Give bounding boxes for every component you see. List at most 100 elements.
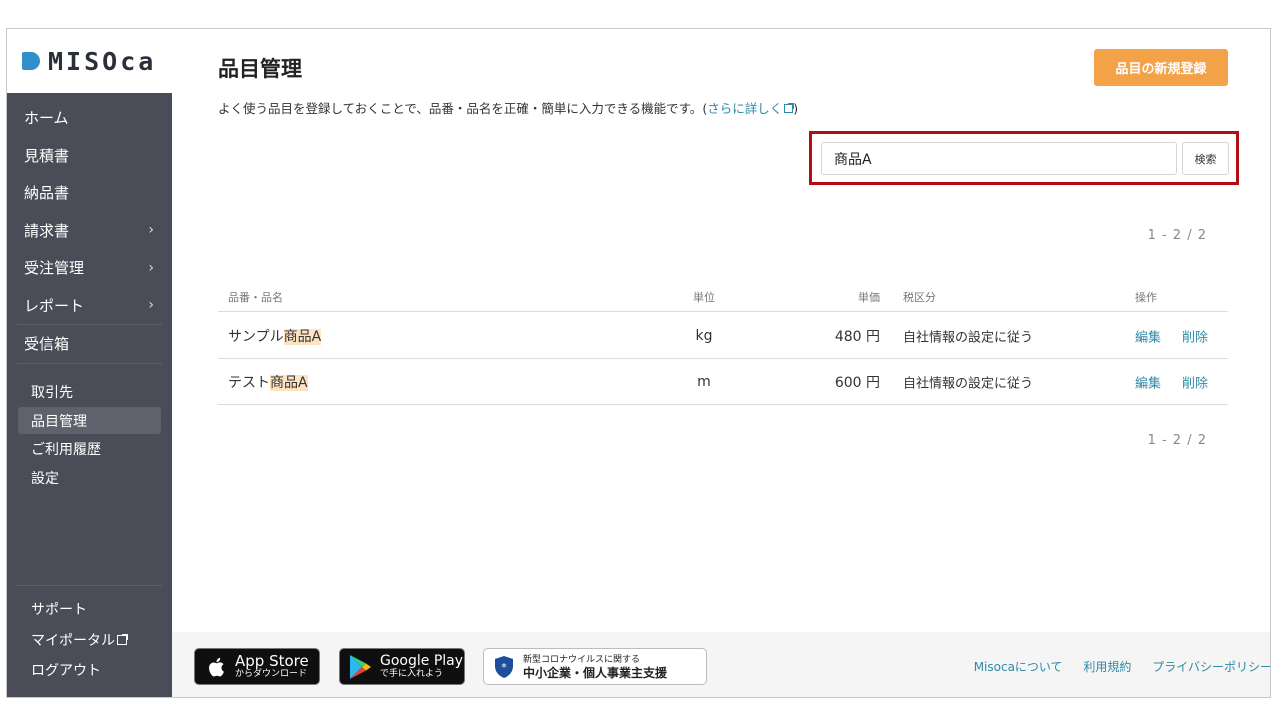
sidebar-item-label: 納品書 [24,184,70,203]
sidebar-item-label: 見積書 [24,146,70,165]
delete-link[interactable]: 削除 [1182,372,1208,391]
product-price: 480 円 [834,328,880,345]
product-unit: m [697,373,711,390]
product-name: サンプル商品A [228,326,322,346]
covid-support-banner[interactable]: * 新型コロナウイルスに関する 中小企業・個人事業主支援 [483,648,707,685]
shield-icon: * [495,655,513,678]
sidebar-item-label: サポート [31,602,87,619]
nav-divider [17,362,162,364]
sidebar-item-my-portal[interactable]: マイポータル [7,625,172,656]
google-play-icon [350,654,371,679]
footer-link-privacy[interactable]: プライバシーポリシー [1152,660,1270,674]
main-content: 品目管理 品目の新規登録 よく使う品目を登録しておくことで、品番・品名を正確・簡… [172,29,1270,632]
pagination-info-top: 1 - 2 / 2 [1147,228,1207,243]
covid-support-label: 新型コロナウイルスに関する [523,654,641,665]
nav-divider [17,585,162,586]
sidebar-item-label: 受注管理 [24,259,85,278]
app-store-sublabel: からダウンロード [235,669,308,679]
table-row: テスト商品A m 600 円 自社情報の設定に従う 編集 削除 [218,359,1228,405]
sidebar-item-reports[interactable]: レポート › [7,287,172,325]
sidebar-item-label: 請求書 [24,221,70,240]
product-tax-type: 自社情報の設定に従う [903,330,1034,345]
sidebar-item-label: 設定 [31,470,59,487]
page-description: よく使う品目を登録しておくことで、品番・品名を正確・簡単に入力できる機能です。(… [218,98,798,117]
google-play-text: Google Play で手に入れよう [380,653,464,680]
footer-links: Misocaについて 利用規約 プライバシーポリシー [957,658,1270,675]
chevron-right-icon: › [148,222,154,239]
sidebar-item-label: ログアウト [31,663,101,680]
page-title: 品目管理 [218,57,302,81]
sub-nav: 取引先 品目管理 ご利用履歴 設定 [7,377,172,493]
sidebar-item-usage-history[interactable]: ご利用履歴 [18,436,161,463]
sidebar-item-label: 受信箱 [24,335,70,354]
column-header-name: 品番・品名 [228,291,283,304]
sidebar-item-label: ご利用履歴 [31,442,101,458]
search-button[interactable]: 検索 [1182,142,1229,175]
column-header-actions: 操作 [1135,291,1157,304]
delete-link[interactable]: 削除 [1182,326,1208,345]
edit-link[interactable]: 編集 [1135,372,1161,391]
table-row: サンプル商品A kg 480 円 自社情報の設定に従う 編集 削除 [218,313,1228,359]
learn-more-label: さらに詳しく [707,101,783,116]
column-header-price: 単価 [858,291,880,304]
external-link-icon [117,633,128,645]
sidebar: MISOca ホーム 見積書 納品書 請求書 › 受注管理 › レポート › 受… [7,29,172,697]
new-product-button[interactable]: 品目の新規登録 [1094,49,1228,86]
sidebar-item-label: 取引先 [31,385,73,401]
sidebar-item-estimates[interactable]: 見積書 [7,137,172,175]
search-area: 検索 [809,131,1239,185]
learn-more-link[interactable]: さらに詳しく [707,101,795,116]
app-store-label: App Store [235,652,309,670]
sidebar-item-invoices[interactable]: 請求書 › [7,212,172,250]
footer: App Store からダウンロード Google Play で手に入れよう * [172,632,1270,697]
chevron-right-icon: › [148,297,154,314]
pagination-info-bottom: 1 - 2 / 2 [1147,433,1207,448]
apple-icon [209,657,224,676]
footer-link-about[interactable]: Misocaについて [974,660,1063,674]
sidebar-item-label: レポート [24,296,85,315]
svg-text:*: * [501,661,507,674]
table-header: 品番・品名 単位 単価 税区分 操作 [218,282,1228,312]
external-link-icon [784,103,795,113]
google-play-sublabel: で手に入れよう [380,669,444,679]
sidebar-item-support[interactable]: サポート [7,594,172,625]
product-name: テスト商品A [228,372,308,392]
logo-text: MISOca [48,46,157,76]
product-name-prefix: テスト [228,374,270,391]
sidebar-item-products[interactable]: 品目管理 [18,407,161,434]
app-store-text: App Store からダウンロード [235,652,309,680]
sidebar-item-settings[interactable]: 設定 [18,464,161,491]
footer-link-terms[interactable]: 利用規約 [1083,660,1131,674]
sidebar-item-inbox[interactable]: 受信箱 [7,325,172,363]
edit-link[interactable]: 編集 [1135,326,1161,345]
sidebar-item-orders[interactable]: 受注管理 › [7,249,172,287]
product-unit: kg [695,327,713,344]
sidebar-item-label: 品目管理 [31,413,87,430]
sidebar-item-label: ホーム [24,109,69,128]
main-nav: ホーム 見積書 納品書 請求書 › 受注管理 › レポート › 受信箱 [7,99,172,364]
sidebar-item-logout[interactable]: ログアウト [7,655,172,686]
logo[interactable]: MISOca [7,29,172,93]
search-match-highlight: 商品A [283,328,322,345]
column-header-tax: 税区分 [903,291,936,304]
product-price: 600 円 [834,374,880,391]
description-text: よく使う品目を登録しておくことで、品番・品名を正確・簡単に入力できる機能です。( [218,101,708,116]
sidebar-item-home[interactable]: ホーム [7,99,172,137]
covid-support-title: 中小企業・個人事業主支援 [523,665,668,680]
column-header-unit: 単位 [693,291,715,304]
google-play-badge[interactable]: Google Play で手に入れよう [339,648,465,685]
covid-support-text: 新型コロナウイルスに関する 中小企業・個人事業主支援 [523,654,667,680]
product-name-prefix: サンプル [228,328,284,345]
app-window: MISOca ホーム 見積書 納品書 請求書 › 受注管理 › レポート › 受… [6,28,1271,698]
product-tax-type: 自社情報の設定に従う [903,376,1034,391]
logo-mark-icon [22,52,40,70]
google-play-label: Google Play [380,653,464,669]
app-store-badge[interactable]: App Store からダウンロード [194,648,320,685]
chevron-right-icon: › [148,259,154,276]
bottom-nav: サポート マイポータル ログアウト [7,585,172,686]
search-input[interactable] [821,142,1177,175]
sidebar-item-delivery[interactable]: 納品書 [7,174,172,212]
search-match-highlight: 商品A [270,374,308,391]
sidebar-item-clients[interactable]: 取引先 [18,379,161,406]
sidebar-item-label: マイポータル [31,632,115,649]
